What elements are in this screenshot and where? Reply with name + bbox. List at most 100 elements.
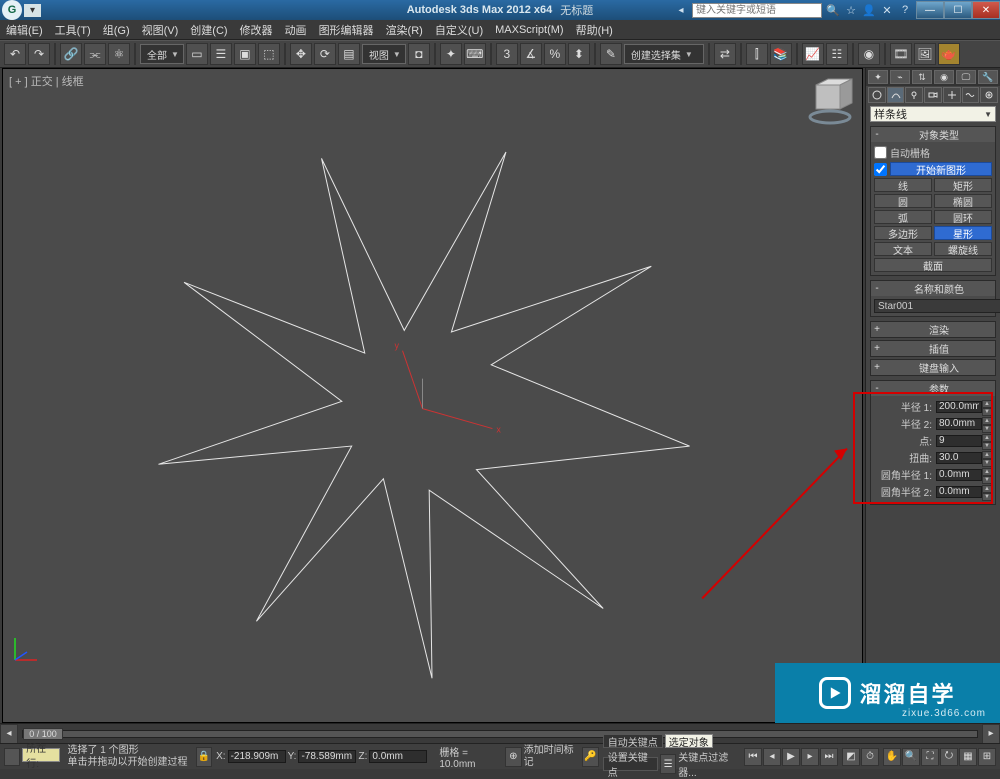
select-region-button[interactable]: ▣ bbox=[234, 43, 256, 65]
pivot-button[interactable]: ◘ bbox=[408, 43, 430, 65]
coord-y-input[interactable] bbox=[298, 750, 356, 763]
prev-frame-button[interactable]: ◂ bbox=[763, 748, 781, 766]
edit-named-sel-button[interactable]: ✎ bbox=[600, 43, 622, 65]
shape-btn-椭圆[interactable]: 椭圆 bbox=[934, 194, 992, 208]
named-sel-combo[interactable]: 创建选择集▼ bbox=[624, 44, 704, 64]
shape-btn-文本[interactable]: 文本 bbox=[874, 242, 932, 256]
link-button[interactable]: 🔗 bbox=[60, 43, 82, 65]
infocenter-icon[interactable]: ☆ bbox=[844, 3, 858, 17]
spinner-up-icon[interactable]: ▲ bbox=[982, 400, 992, 408]
select-name-button[interactable]: ☰ bbox=[210, 43, 232, 65]
mirror-button[interactable]: ⇄ bbox=[714, 43, 736, 65]
rotate-button[interactable]: ⟳ bbox=[314, 43, 336, 65]
angle-snap-button[interactable]: ∡ bbox=[520, 43, 542, 65]
param-input[interactable] bbox=[936, 452, 982, 464]
cat-cameras[interactable] bbox=[924, 87, 942, 103]
rollout-toggle[interactable]: + bbox=[871, 324, 883, 335]
time-track[interactable]: 0 / 100 bbox=[22, 730, 978, 738]
spinner-up-icon[interactable]: ▲ bbox=[982, 485, 992, 493]
rollout-toggle[interactable]: + bbox=[871, 343, 883, 354]
coord-x-input[interactable] bbox=[228, 750, 286, 763]
menu-item[interactable]: 工具(T) bbox=[49, 20, 97, 40]
bind-spacewarp-button[interactable]: ⚛ bbox=[108, 43, 130, 65]
cmd-tab-motion[interactable]: ◉ bbox=[934, 70, 954, 84]
unlink-button[interactable]: ⫘ bbox=[84, 43, 106, 65]
cmd-tab-hierarchy[interactable]: ⇅ bbox=[912, 70, 932, 84]
close-button[interactable]: ✕ bbox=[972, 1, 1000, 19]
rollout-toggle[interactable]: + bbox=[871, 362, 883, 373]
shape-btn-圆[interactable]: 圆 bbox=[874, 194, 932, 208]
time-thumb[interactable]: 0 / 100 bbox=[23, 728, 63, 740]
window-crossing-button[interactable]: ⬚ bbox=[258, 43, 280, 65]
menu-item[interactable]: 图形编辑器 bbox=[313, 20, 380, 40]
menu-item[interactable]: 自定义(U) bbox=[429, 20, 489, 40]
nav-zoom-button[interactable]: 🔍 bbox=[902, 748, 920, 766]
render-frame-button[interactable]: 🖼 bbox=[914, 43, 936, 65]
next-frame-button[interactable]: ▸ bbox=[801, 748, 819, 766]
spinner-up-icon[interactable]: ▲ bbox=[982, 451, 992, 459]
auto-grid-checkbox[interactable] bbox=[874, 146, 887, 159]
viewport[interactable]: [ + ] 正交 | 线框 x y bbox=[2, 68, 863, 723]
shape-btn-弧[interactable]: 弧 bbox=[874, 210, 932, 224]
selection-filter-combo[interactable]: 全部▼ bbox=[140, 44, 184, 64]
rollout-toggle[interactable]: - bbox=[871, 383, 883, 394]
time-config-button[interactable]: ⏱ bbox=[861, 748, 879, 766]
search-input[interactable] bbox=[692, 3, 822, 18]
open-key-filters-icon[interactable]: ☰ bbox=[660, 754, 676, 774]
isolate-button[interactable]: ◩ bbox=[842, 748, 860, 766]
start-new-shape-button[interactable]: 开始新图形 bbox=[890, 162, 992, 176]
menu-item[interactable]: 编辑(E) bbox=[0, 20, 49, 40]
cmd-tab-modify[interactable]: ⌁ bbox=[890, 70, 910, 84]
spinner-snap-button[interactable]: ⬍ bbox=[568, 43, 590, 65]
signin-icon[interactable]: 👤 bbox=[862, 3, 876, 17]
material-editor-button[interactable]: ◉ bbox=[858, 43, 880, 65]
keyboard-shortcut-button[interactable]: ⌨ bbox=[464, 43, 486, 65]
spinner-up-icon[interactable]: ▲ bbox=[982, 434, 992, 442]
exchange-icon[interactable]: ✕ bbox=[880, 3, 894, 17]
key-filters-label[interactable]: 关键点过滤器... bbox=[678, 749, 740, 779]
cmd-tab-utilities[interactable]: 🔧 bbox=[978, 70, 998, 84]
menu-item[interactable]: 帮助(H) bbox=[570, 20, 619, 40]
cat-lights[interactable] bbox=[905, 87, 923, 103]
shape-btn-多边形[interactable]: 多边形 bbox=[874, 226, 932, 240]
manipulate-button[interactable]: ✦ bbox=[440, 43, 462, 65]
cat-shapes[interactable] bbox=[887, 87, 905, 103]
spinner-down-icon[interactable]: ▼ bbox=[982, 476, 992, 484]
layer-button[interactable]: 📚 bbox=[770, 43, 792, 65]
nav-fov-button[interactable]: ▦ bbox=[959, 748, 977, 766]
scale-button[interactable]: ▤ bbox=[338, 43, 360, 65]
cmd-tab-display[interactable]: 🖵 bbox=[956, 70, 976, 84]
nav-zoom-extents-button[interactable]: ⛶ bbox=[921, 748, 939, 766]
cmd-tab-create[interactable]: ✦ bbox=[868, 70, 888, 84]
search-icon[interactable]: 🔍 bbox=[826, 3, 840, 17]
rollout-toggle[interactable]: - bbox=[871, 129, 883, 140]
render-production-button[interactable]: 🫖 bbox=[938, 43, 960, 65]
cat-spacewarps[interactable] bbox=[962, 87, 980, 103]
param-input[interactable] bbox=[936, 486, 982, 498]
menu-item[interactable]: 动画 bbox=[279, 20, 313, 40]
param-input[interactable] bbox=[936, 418, 982, 430]
rollout-toggle[interactable]: - bbox=[871, 283, 883, 294]
time-next-icon[interactable]: ▸ bbox=[982, 724, 1000, 744]
start-new-checkbox[interactable] bbox=[874, 163, 887, 176]
select-button[interactable]: ▭ bbox=[186, 43, 208, 65]
object-name-input[interactable] bbox=[874, 299, 1000, 313]
percent-snap-button[interactable]: % bbox=[544, 43, 566, 65]
help-icon[interactable]: ? bbox=[898, 3, 912, 17]
maximize-button[interactable]: ☐ bbox=[944, 1, 972, 19]
param-input[interactable] bbox=[936, 435, 982, 447]
spinner-down-icon[interactable]: ▼ bbox=[982, 425, 992, 433]
shape-btn-截面[interactable]: 截面 bbox=[874, 258, 992, 272]
param-input[interactable] bbox=[936, 469, 982, 481]
search-left-icon[interactable]: ◂ bbox=[674, 3, 688, 17]
shape-type-combo[interactable]: 样条线▼ bbox=[870, 106, 996, 122]
key-selection-filter[interactable]: 选定对象 bbox=[665, 734, 713, 748]
spinner-up-icon[interactable]: ▲ bbox=[982, 468, 992, 476]
menu-item[interactable]: 修改器 bbox=[234, 20, 279, 40]
cat-helpers[interactable] bbox=[943, 87, 961, 103]
render-setup-button[interactable]: 🎞 bbox=[890, 43, 912, 65]
key-mode-icon[interactable]: 🔑 bbox=[582, 747, 599, 767]
menu-item[interactable]: 视图(V) bbox=[136, 20, 185, 40]
shape-btn-螺旋线[interactable]: 螺旋线 bbox=[934, 242, 992, 256]
undo-button[interactable]: ↶ bbox=[4, 43, 26, 65]
